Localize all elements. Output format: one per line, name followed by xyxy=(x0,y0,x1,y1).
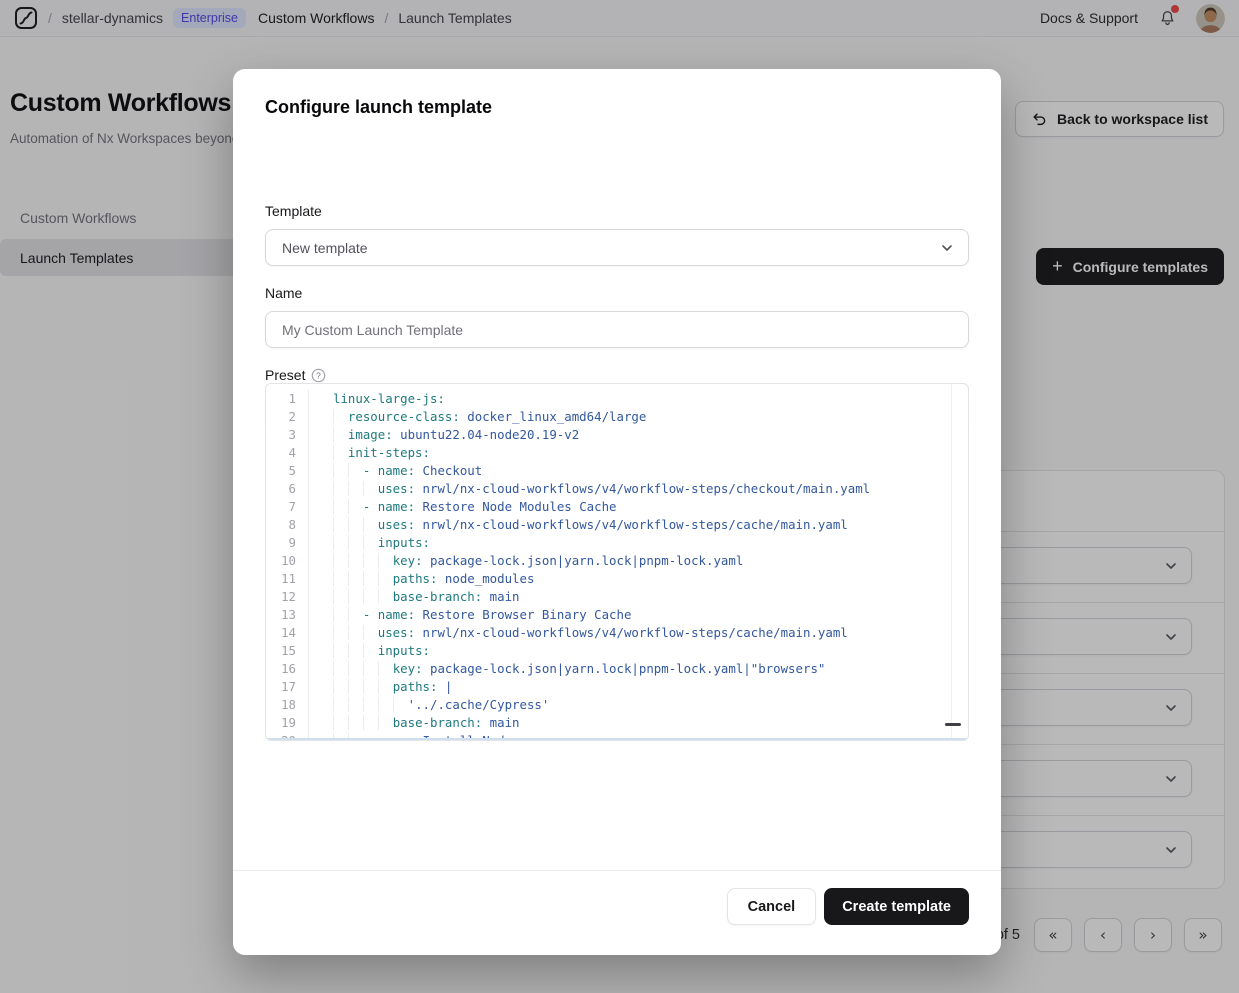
code-line: 8 uses: nrwl/nx-cloud-workflows/v4/workf… xyxy=(266,516,968,534)
editor-bottom-accent xyxy=(267,738,967,740)
code-line: 13 - name: Restore Browser Binary Cache xyxy=(266,606,968,624)
code-line: 6 uses: nrwl/nx-cloud-workflows/v4/workf… xyxy=(266,480,968,498)
preset-label-text: Preset xyxy=(265,367,305,383)
code-line: 1linux-large-js: xyxy=(266,390,968,408)
template-field-label: Template xyxy=(265,203,322,219)
code-line: 4 init-steps: xyxy=(266,444,968,462)
code-line: 5 - name: Checkout xyxy=(266,462,968,480)
configure-launch-template-modal: Configure launch template Template New t… xyxy=(233,69,1001,955)
code-line: 15 inputs: xyxy=(266,642,968,660)
name-field-label: Name xyxy=(265,285,302,301)
code-line: 16 key: package-lock.json|yarn.lock|pnpm… xyxy=(266,660,968,678)
yaml-code-editor[interactable]: 1linux-large-js:2 resource-class: docker… xyxy=(265,383,969,741)
footer-divider xyxy=(233,870,1001,871)
code-line: 9 inputs: xyxy=(266,534,968,552)
svg-text:?: ? xyxy=(317,370,322,380)
code-line: 10 key: package-lock.json|yarn.lock|pnpm… xyxy=(266,552,968,570)
code-line: 3 image: ubuntu22.04-node20.19-v2 xyxy=(266,426,968,444)
code-line: 12 base-branch: main xyxy=(266,588,968,606)
code-line: 14 uses: nrwl/nx-cloud-workflows/v4/work… xyxy=(266,624,968,642)
name-input[interactable] xyxy=(265,311,969,348)
code-line: 19 base-branch: main xyxy=(266,714,968,732)
code-line: 2 resource-class: docker_linux_amd64/lar… xyxy=(266,408,968,426)
code-line: 11 paths: node_modules xyxy=(266,570,968,588)
preset-field-label: Preset ? xyxy=(265,367,326,383)
chevron-down-icon xyxy=(939,240,955,256)
modal-title: Configure launch template xyxy=(265,97,492,118)
help-circle-icon[interactable]: ? xyxy=(311,368,326,383)
editor-scrollbar-track xyxy=(951,384,952,740)
code-line: 17 paths: | xyxy=(266,678,968,696)
code-line: 18 '../.cache/Cypress' xyxy=(266,696,968,714)
template-select[interactable]: New template xyxy=(265,229,969,266)
editor-scrollbar-thumb[interactable] xyxy=(945,723,961,726)
create-template-button[interactable]: Create template xyxy=(824,888,969,925)
template-select-value: New template xyxy=(282,240,368,256)
code-editor-lines: 1linux-large-js:2 resource-class: docker… xyxy=(266,390,968,741)
cancel-button[interactable]: Cancel xyxy=(727,888,817,925)
code-line: 7 - name: Restore Node Modules Cache xyxy=(266,498,968,516)
